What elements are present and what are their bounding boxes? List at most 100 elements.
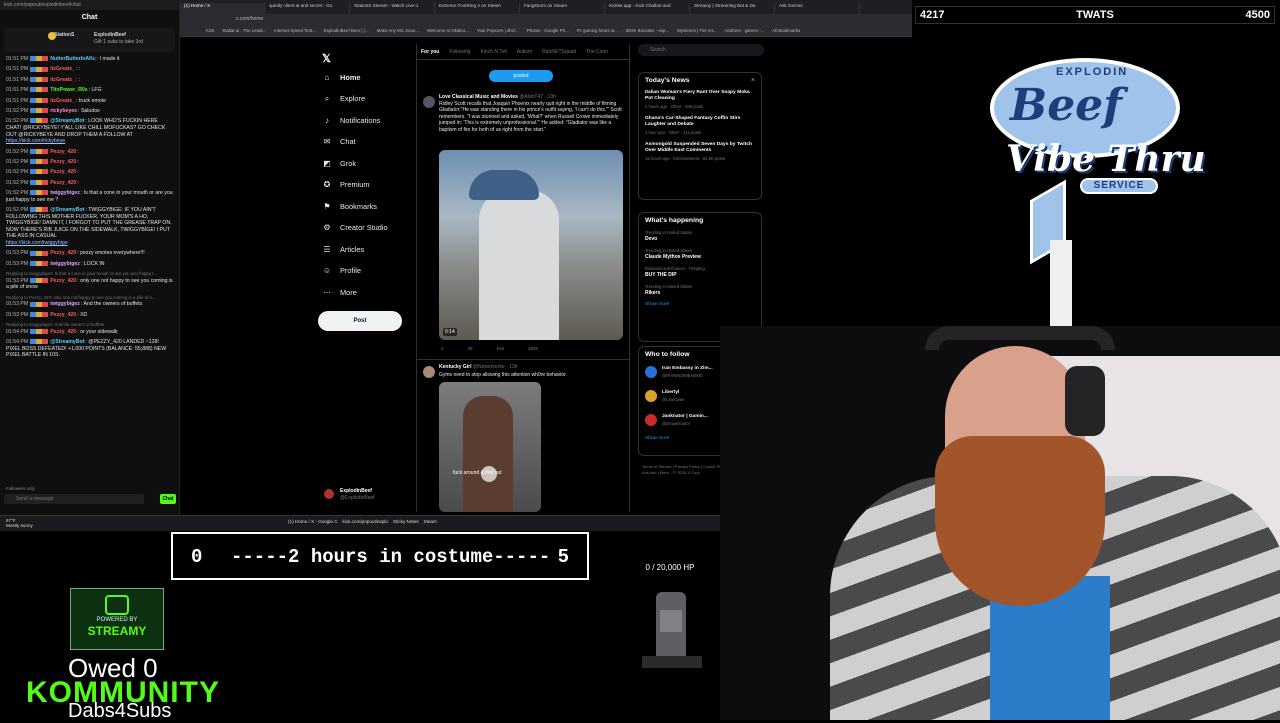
nav-item-articles[interactable]: ☰ Articles — [322, 242, 364, 256]
browser-tab[interactable]: StationS Stream - Watch Live o — [350, 3, 435, 14]
nav-item-creator-studio[interactable]: ⚙ Creator Studio — [322, 221, 387, 235]
nav-item-label: Home — [340, 72, 361, 82]
chat-input[interactable]: Send a message — [4, 494, 144, 504]
bookmark-item[interactable]: ExplodinBeef Beer | |... — [324, 28, 369, 33]
taskbar-app[interactable]: (1) Home / X - Google C — [288, 519, 338, 524]
browser-tab[interactable]: Ask Gemini — [775, 3, 860, 14]
send-chat-button[interactable]: Chat — [160, 494, 176, 504]
message-username[interactable]: Pezzy_420 — [50, 169, 76, 175]
bookmark-item[interactable]: IDOK Boosties - exp... — [626, 28, 669, 33]
streamy-line1: POWERED BY — [96, 617, 138, 623]
browser-tab[interactable]: (1) Home / X — [180, 3, 265, 14]
feed-tab[interactable]: Kinch N Tell — [480, 49, 506, 55]
news-item[interactable]: Italian Woman's Fiery Rant Over Soapy Mo… — [645, 90, 755, 109]
message-time: 01:52 PM — [6, 179, 29, 186]
message-username[interactable]: Pezzy_420 — [50, 149, 76, 155]
divider — [417, 359, 629, 360]
taskbar-app[interactable]: Sticky Notes — [393, 519, 419, 524]
pinned-message[interactable]: StationS ExplodinBeef Gift 1 subs to tak… — [4, 28, 175, 52]
close-icon[interactable]: × — [751, 77, 755, 84]
message-username[interactable]: Pezzy_420 — [50, 180, 76, 186]
tweet-text: Ridley Scott recalls that Joaquin Phoeni… — [439, 101, 622, 133]
retweet-icon[interactable]: 29 — [468, 346, 473, 351]
message-username[interactable]: rickybeyes — [50, 108, 77, 114]
tweet-author[interactable]: Kentucky Girl @Nowerkerke · 13h — [439, 364, 517, 370]
nav-item-notifications[interactable]: ♪ Notifications — [322, 113, 380, 127]
feed-tab[interactable]: For you — [421, 49, 439, 55]
tweet-video[interactable]: 0:14 — [439, 150, 623, 340]
feed-tab[interactable]: RatchETSquad — [542, 49, 576, 55]
reply-icon[interactable]: 2 — [441, 346, 444, 351]
message-username[interactable]: @StreamyBot — [50, 118, 84, 124]
avatar[interactable] — [423, 366, 435, 378]
feed-tab[interactable]: Following — [449, 49, 470, 55]
address-bar[interactable]: x.com/home — [180, 14, 912, 25]
new-posts-pill[interactable]: posted — [489, 70, 553, 82]
bookmark-item[interactable]: Pc gaming forum w... — [577, 28, 618, 33]
trend-item[interactable]: Trending in United States Devo — [645, 230, 755, 242]
message-username[interactable]: twiggybigez — [50, 190, 80, 196]
feed-tab[interactable]: The Conn — [586, 49, 608, 55]
taskbar-app[interactable]: Steam — [424, 519, 437, 524]
play-icon[interactable] — [481, 466, 497, 482]
browser-tab[interactable]: Kicklet.app - Kick Chatbot and — [605, 3, 690, 14]
message-username[interactable]: twiggybigez — [50, 261, 80, 267]
message-username[interactable]: itzGreatz_ — [50, 66, 75, 72]
bookmark-item[interactable]: Stallar.ai - The Leadi... — [222, 28, 266, 33]
message-username[interactable]: Pezzy_420 — [50, 250, 76, 256]
tweet-video[interactable]: fuck around & find out — [439, 382, 541, 512]
post-button[interactable]: Post — [318, 311, 402, 331]
bookmark-item[interactable]: Photos - Google Ph... — [527, 28, 569, 33]
nav-item-profile[interactable]: ☺ Profile — [322, 264, 361, 278]
bookmark-item[interactable]: Andross - games -... — [725, 28, 765, 33]
trend-item[interactable]: Trending in United States Rikers — [645, 284, 755, 296]
message-username[interactable]: Pezzy_420 — [50, 278, 76, 284]
browser-tab[interactable]: Fangstorm on Steam — [520, 3, 605, 14]
bookmark-item[interactable]: Mysteries | Tire Ier... — [677, 28, 716, 33]
browser-tab[interactable]: quietly client at and secret - Go — [265, 3, 350, 14]
bookmark-item[interactable]: Make Any Mic Soun... — [377, 28, 419, 33]
message-username[interactable]: itzGreatz_ — [50, 77, 75, 83]
nav-item-bookmarks[interactable]: ⚑ Bookmarks — [322, 199, 377, 213]
trend-item[interactable]: Trending in United States Claude Mythos P… — [645, 248, 755, 260]
trend-item[interactable]: Business and finance · Trending BUY THE D… — [645, 266, 755, 278]
message-link[interactable]: https://kick.com/rickybeye — [6, 138, 65, 144]
bookmark-item[interactable]: Kick — [206, 28, 214, 33]
weather-widget[interactable]: 67°F Mostly sunny — [6, 518, 33, 528]
news-item[interactable]: Asmongold Suspended Seven Days by Twitch… — [645, 142, 755, 161]
nav-item-grok[interactable]: ◩ Grok — [322, 156, 356, 170]
bookmark-item[interactable]: Welcome to Okaleo... — [427, 28, 469, 33]
nav-item-chat[interactable]: ✉ Chat — [322, 135, 356, 149]
bookmark-item[interactable]: Internet Speed Test... — [274, 28, 316, 33]
browser-tab[interactable]: Streamy | Streaming Bot & Da — [690, 3, 775, 14]
message-username[interactable]: Pezzy_420 — [50, 312, 76, 318]
avatar[interactable] — [423, 96, 435, 108]
x-logo-icon[interactable]: 𝕏 — [322, 52, 331, 65]
like-icon[interactable]: 916 — [497, 346, 505, 351]
message-username[interactable]: @StreamyBot — [50, 339, 84, 345]
message-username[interactable]: @StreamyBot — [50, 207, 84, 213]
feed-tab[interactable]: Autism — [517, 49, 532, 55]
nav-item-more[interactable]: ⋯ More — [322, 285, 357, 299]
message-text: : — [78, 66, 81, 73]
tweet-author[interactable]: Love Classical Music and Movies @AlanT47… — [439, 94, 556, 100]
message-text: And the owners of buffets — [83, 301, 143, 308]
message-link[interactable]: https://kick.com/twiggybige — [6, 240, 68, 246]
views-icon[interactable]: 480K — [528, 346, 539, 351]
show-more-link[interactable]: Show more — [645, 302, 755, 307]
message-username[interactable]: Pezzy_420 — [50, 329, 76, 335]
nav-item-home[interactable]: ⌂ Home — [322, 70, 361, 84]
search-input[interactable]: Search — [638, 44, 764, 56]
message-username[interactable]: Pezzy_420 — [50, 159, 76, 165]
bookmark-item[interactable]: Your Popcorn | dhcl... — [477, 28, 519, 33]
message-username[interactable]: NutterButterInAKc — [50, 56, 96, 62]
nav-item-premium[interactable]: ✪ Premium — [322, 178, 370, 192]
nav-item-explore[interactable]: ⌕ Explore — [322, 92, 365, 106]
message-username[interactable]: TitoPower_R0s — [50, 87, 87, 93]
taskbar-app[interactable]: kick.com/popout/explo — [343, 519, 388, 524]
news-item[interactable]: Ghana's Car-Shaped Fantasy Coffin Stirs … — [645, 116, 755, 135]
message-username[interactable]: twiggybigez — [50, 301, 80, 307]
bookmark-item[interactable]: All Bookmarks — [772, 28, 800, 33]
message-username[interactable]: itzGreatz_ — [50, 98, 75, 104]
browser-tab[interactable]: Extreme FootRing 3 on Steam — [435, 3, 520, 14]
